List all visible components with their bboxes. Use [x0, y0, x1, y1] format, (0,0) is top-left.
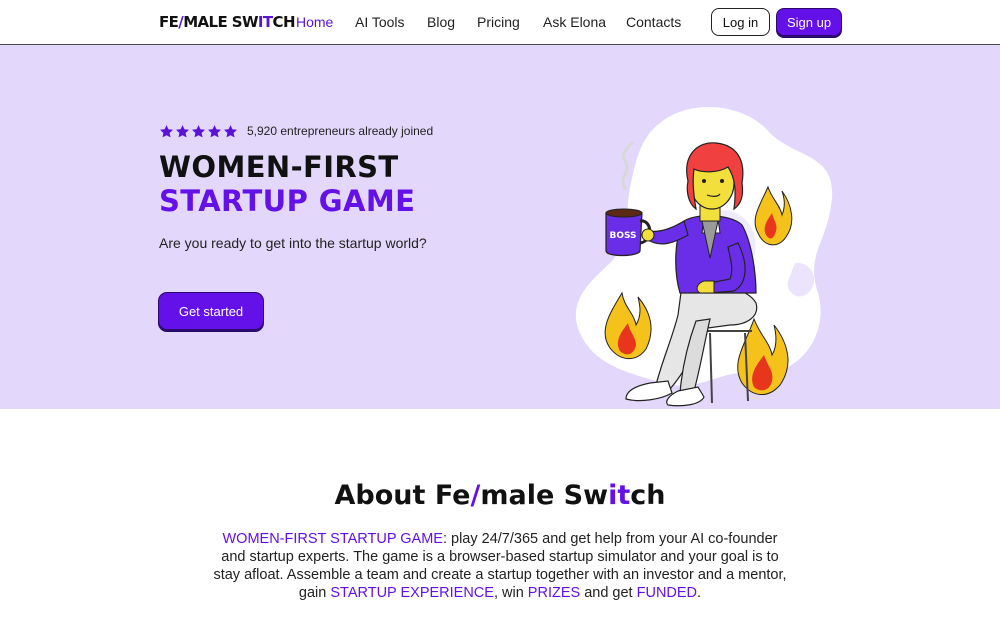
hero-title-line2: STARTUP GAME: [159, 184, 416, 218]
site-header: FE/MALE SWITCH Home AI Tools Blog Pricin…: [0, 0, 1000, 45]
login-button[interactable]: Log in: [711, 8, 770, 36]
about-highlight: PRIZES: [527, 585, 581, 601]
about-paragraph: WOMEN-FIRST STARTUP GAME: play 24/7/365 …: [210, 530, 790, 602]
nav-ai-tools[interactable]: AI Tools: [355, 14, 405, 30]
about-text: and get: [580, 585, 637, 601]
about-text: .: [697, 585, 702, 601]
nav-contacts[interactable]: Contacts: [626, 14, 681, 30]
star-icon: [160, 124, 173, 137]
rating-text: 5,920 entrepreneurs already joined: [247, 124, 434, 138]
about-title-text: About Fe: [334, 480, 471, 511]
nav-pricing[interactable]: Pricing: [477, 14, 520, 30]
star-icon: [224, 124, 237, 137]
about-title: About Fe/male Switch: [0, 480, 1000, 511]
logo-accent: IT: [257, 13, 273, 31]
about-highlight: WOMEN-FIRST STARTUP GAME: [222, 531, 443, 547]
svg-text:BOSS: BOSS: [609, 231, 636, 241]
about-title-accent: /: [470, 480, 481, 511]
logo-text: FE: [159, 13, 179, 31]
logo-text: MALE SW: [183, 13, 258, 31]
about-highlight: STARTUP EXPERIENCE: [330, 585, 494, 601]
hero-section: 5,920 entrepreneurs already joined WOMEN…: [0, 45, 1000, 409]
nav-blog[interactable]: Blog: [427, 14, 455, 30]
star-icon: [208, 124, 221, 137]
about-text: , win: [493, 585, 528, 601]
get-started-button[interactable]: Get started: [158, 292, 264, 330]
star-icon: [192, 124, 205, 137]
about-title-text: male Sw: [480, 480, 609, 511]
hero-title-line1: WOMEN-FIRST: [159, 150, 399, 184]
rating: 5,920 entrepreneurs already joined: [159, 123, 433, 139]
nav-home[interactable]: Home: [296, 14, 333, 30]
about-title-accent: it: [608, 480, 631, 511]
nav-ask-elona[interactable]: Ask Elona: [543, 14, 606, 30]
about-title-text: ch: [630, 480, 666, 511]
brand-logo[interactable]: FE/MALE SWITCH: [159, 13, 296, 31]
star-icon: [176, 124, 189, 137]
hero-illustration: BOSS: [575, 106, 833, 407]
signup-button[interactable]: Sign up: [776, 8, 842, 36]
about-highlight: FUNDED: [636, 585, 698, 601]
logo-text: CH: [272, 13, 296, 31]
hero-subtitle: Are you ready to get into the startup wo…: [159, 235, 427, 251]
